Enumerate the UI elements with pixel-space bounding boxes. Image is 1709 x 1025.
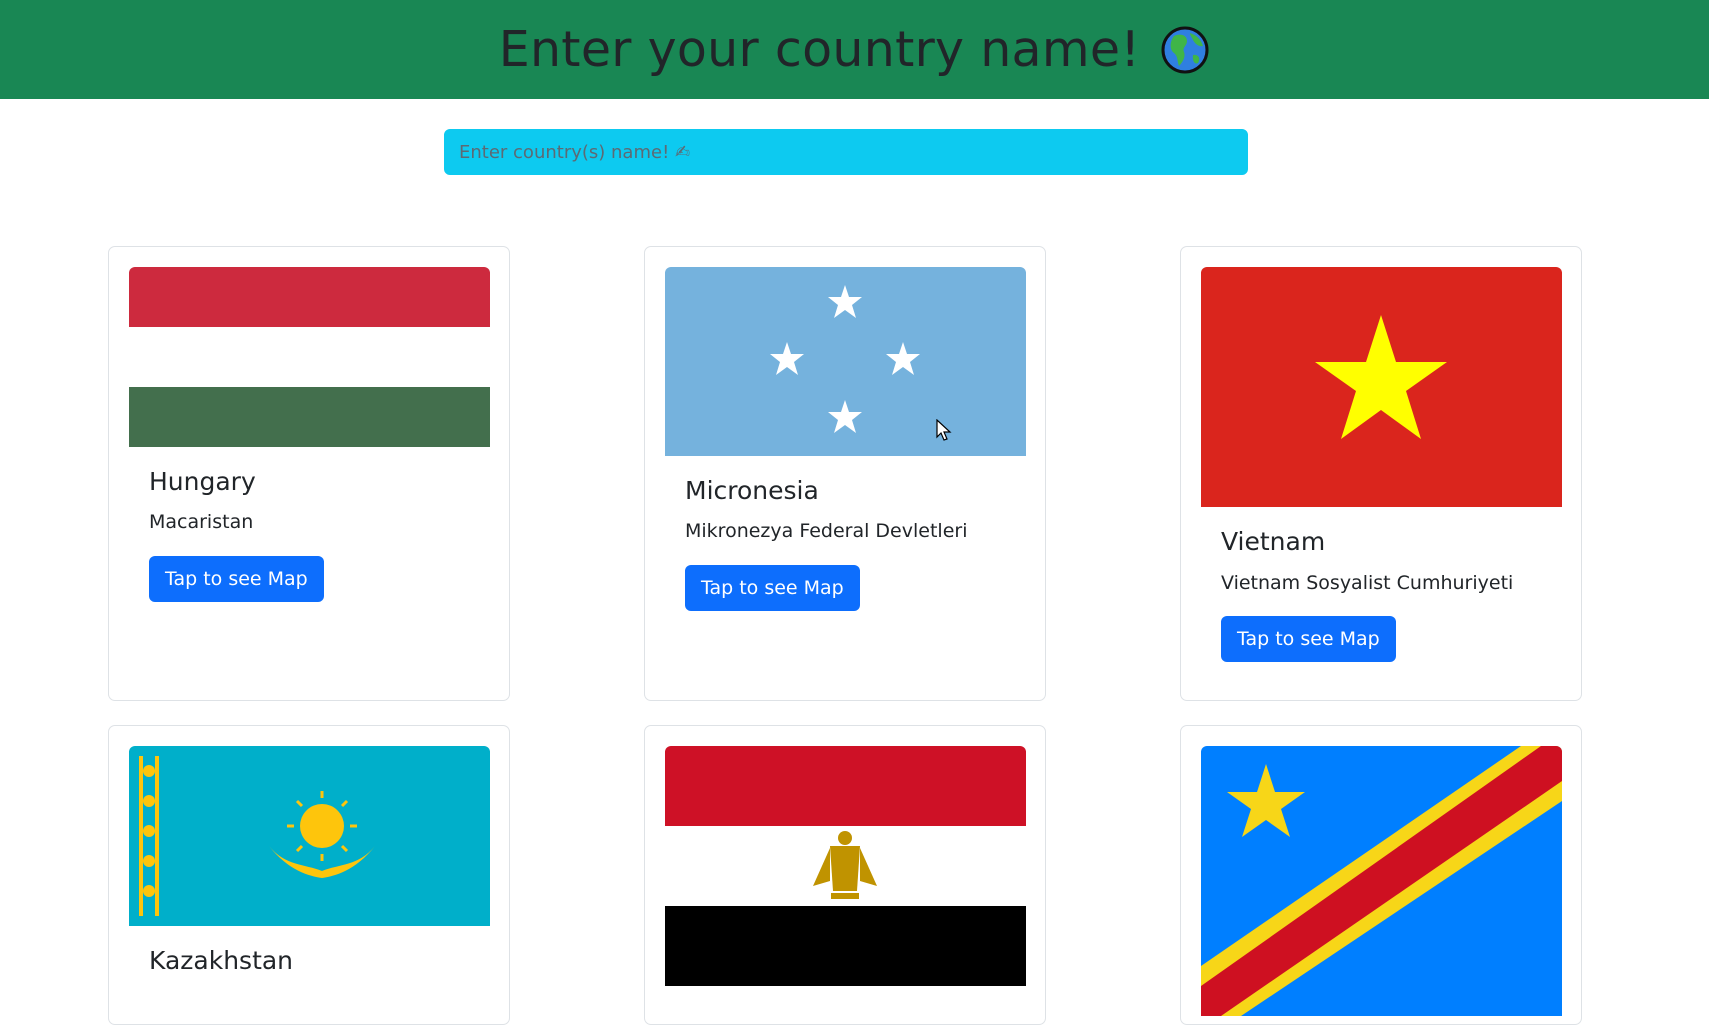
page-title-text: Enter your country name! [498,21,1141,78]
see-map-button[interactable]: Tap to see Map [1221,616,1396,662]
country-card: Kazakhstan [108,725,510,1025]
country-card [1180,725,1582,1025]
country-card: Hungary Macaristan Tap to see Map [108,246,510,701]
see-map-button[interactable]: Tap to see Map [149,556,324,602]
hungary-flag-icon [129,267,490,447]
country-name: Vietnam [1221,527,1326,556]
micronesia-flag-icon [665,267,1026,456]
globe-icon [1161,26,1209,73]
country-native-name: Mikronezya Federal Devletleri [685,520,968,542]
vietnam-flag-icon [1201,267,1562,507]
country-card [644,725,1046,1025]
page-header: Enter your country name! [0,0,1709,99]
country-native-name: Macaristan [149,511,254,533]
country-name: Hungary [149,467,256,496]
dr-congo-flag-icon [1201,746,1562,1016]
country-search-input[interactable] [444,129,1248,175]
see-map-button[interactable]: Tap to see Map [685,565,860,611]
kazakhstan-flag-icon [129,746,490,926]
country-native-name: Vietnam Sosyalist Cumhuriyeti [1221,572,1514,594]
page-title: Enter your country name! [499,21,1211,78]
mouse-cursor-icon [936,419,952,441]
country-card: Vietnam Vietnam Sosyalist Cumhuriyeti Ta… [1180,246,1582,701]
country-name: Micronesia [685,476,819,505]
egypt-flag-icon [665,746,1026,986]
country-card: Micronesia Mikronezya Federal Devletleri… [644,246,1046,701]
country-name: Kazakhstan [149,946,294,975]
